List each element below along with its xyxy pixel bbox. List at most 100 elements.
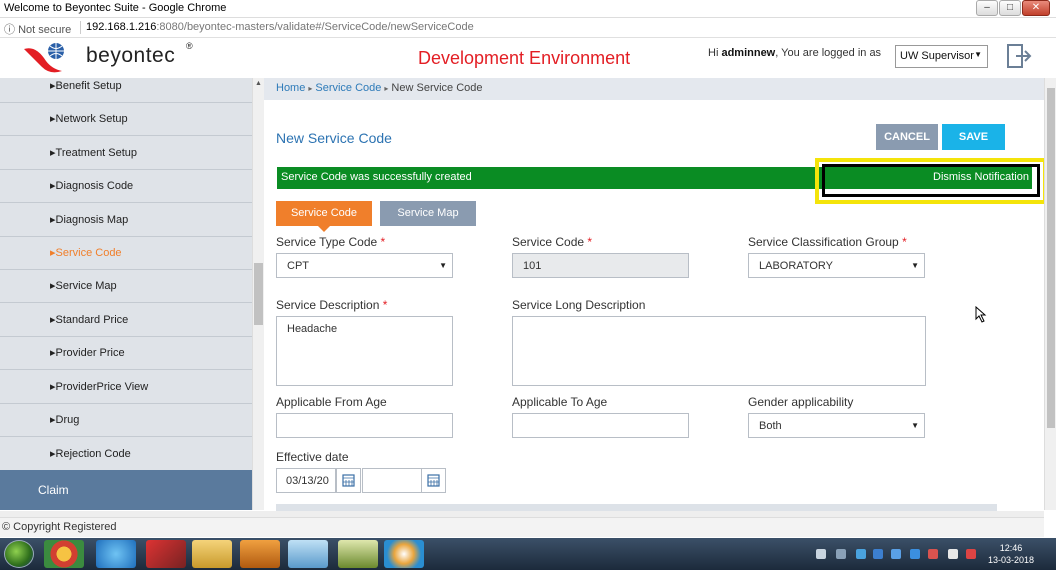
main-scrollbar[interactable] (1044, 78, 1056, 510)
long-description-label: Service Long Description (512, 298, 646, 312)
logo-text: beyontec (86, 44, 176, 67)
window-titlebar: Welcome to Beyontec Suite - Google Chrom… (0, 0, 1056, 18)
tray-icon[interactable] (928, 549, 938, 559)
info-icon: ⓘ (4, 24, 15, 36)
scroll-up-icon[interactable]: ▲ (255, 80, 262, 87)
address-bar[interactable]: ⓘ Not secure 192.168.1.216:8080/beyontec… (0, 18, 1056, 38)
security-label: Not secure (18, 24, 72, 36)
effective-to-input[interactable] (362, 468, 422, 493)
tray-icon[interactable] (836, 549, 846, 559)
sidebar-scroll-thumb[interactable] (254, 263, 263, 325)
breadcrumb-home[interactable]: Home (276, 82, 305, 94)
sidebar-item-drug[interactable]: ▸Drug (0, 404, 252, 437)
username: adminnew (721, 47, 776, 59)
breadcrumb-arrow-icon: ▸ (308, 84, 313, 93)
sidebar-item-treatment-setup[interactable]: ▸Treatment Setup (0, 137, 252, 170)
required-mark: * (587, 235, 593, 249)
calendar-icon[interactable] (336, 468, 361, 493)
required-mark: * (380, 235, 386, 249)
media-player-icon[interactable] (240, 540, 280, 568)
app-header: beyontec ® Development Environment Hi ad… (0, 38, 1056, 78)
close-window-button[interactable]: ✕ (1022, 0, 1050, 16)
sidebar-item-benefit-setup[interactable]: ▸Benefit Setup (0, 78, 252, 103)
chevron-down-icon: ▼ (911, 261, 919, 270)
calculator-icon[interactable] (338, 540, 378, 568)
calendar-icon[interactable] (421, 468, 446, 493)
tray-icon[interactable] (891, 549, 901, 559)
role-select[interactable]: UW Supervisor ▼ (895, 45, 988, 68)
maximize-button[interactable]: □ (999, 0, 1021, 16)
greeting-suffix: , You are logged in as (775, 47, 882, 59)
sidebar-item-diagnosis-code[interactable]: ▸Diagnosis Code (0, 170, 252, 203)
beyontec-logo-icon (24, 43, 64, 73)
classification-select[interactable]: LABORATORY ▼ (748, 253, 925, 278)
gender-value: Both (759, 420, 782, 432)
tray-icon[interactable] (856, 549, 866, 559)
tab-service-map[interactable]: Service Map (380, 201, 476, 226)
taskbar: 12:46 13-03-2018 (0, 538, 1056, 570)
sidebar-item-network-setup[interactable]: ▸Network Setup (0, 103, 252, 136)
minimize-button[interactable]: – (976, 0, 998, 16)
sidebar-item-service-code[interactable]: ▸Service Code (0, 237, 252, 270)
volume-icon[interactable] (948, 549, 958, 559)
notepad-icon[interactable] (288, 540, 328, 568)
chrome-icon[interactable] (44, 540, 84, 568)
sidebar-item-claim[interactable]: Claim (0, 470, 252, 510)
description-label-text: Service Description (276, 298, 380, 312)
effective-from-input[interactable]: 03/13/20 (276, 468, 336, 493)
footer: © Copyright Registered (0, 517, 1044, 537)
page-title: New Service Code (276, 130, 392, 146)
service-code-input: 101 (512, 253, 689, 278)
description-textarea[interactable]: Headache (276, 316, 453, 386)
classification-label: Service Classification Group * (748, 235, 907, 249)
sidebar-item-diagnosis-map[interactable]: ▸Diagnosis Map (0, 204, 252, 237)
paint-icon[interactable] (384, 540, 424, 568)
security-indicator[interactable]: ⓘ Not secure (4, 21, 71, 37)
from-age-label: Applicable From Age (276, 395, 387, 409)
start-button-icon[interactable] (4, 540, 34, 568)
service-type-label: Service Type Code * (276, 235, 385, 249)
logout-icon[interactable] (1006, 42, 1032, 70)
cancel-button[interactable]: CANCEL (876, 124, 938, 150)
url-path: :8080/beyontec-masters/validate#/Service… (156, 21, 474, 33)
service-code-value: 101 (523, 260, 542, 272)
role-value: UW Supervisor (900, 50, 974, 62)
chevron-down-icon: ▼ (974, 50, 982, 59)
user-greeting: Hi adminnew, You are logged in as (708, 47, 881, 59)
breadcrumb-current: New Service Code (391, 82, 483, 94)
sidebar-item-standard-price[interactable]: ▸Standard Price (0, 304, 252, 337)
sidebar-item-providerprice-view[interactable]: ▸ProviderPrice View (0, 371, 252, 404)
service-type-value: CPT (287, 260, 309, 272)
breadcrumb-service-code[interactable]: Service Code (315, 82, 381, 94)
dismiss-notification-button[interactable]: Dismiss Notification (933, 171, 1029, 183)
tray-icon[interactable] (910, 549, 920, 559)
logo-registered-mark: ® (186, 41, 193, 51)
clock[interactable]: 12:46 13-03-2018 (988, 542, 1034, 566)
tab-service-code[interactable]: Service Code (276, 201, 372, 232)
app-icon[interactable] (146, 540, 186, 568)
classification-label-text: Service Classification Group (748, 235, 899, 249)
long-description-textarea[interactable] (512, 316, 926, 386)
sidebar-scrollbar[interactable]: ▲ (252, 78, 264, 510)
network-icon[interactable] (966, 549, 976, 559)
main-scroll-thumb[interactable] (1047, 88, 1055, 428)
sidebar: ▸Benefit Setup ▸Network Setup ▸Treatment… (0, 78, 252, 510)
sidebar-item-rejection-code[interactable]: ▸Rejection Code (0, 438, 252, 471)
service-type-select[interactable]: CPT ▼ (276, 253, 453, 278)
to-age-input[interactable] (512, 413, 689, 438)
sidebar-item-service-map[interactable]: ▸Service Map (0, 270, 252, 303)
internet-explorer-icon[interactable] (96, 540, 136, 568)
tray-icon[interactable] (816, 549, 826, 559)
save-button[interactable]: SAVE (942, 124, 1005, 150)
file-explorer-icon[interactable] (192, 540, 232, 568)
service-code-label: Service Code * (512, 235, 592, 249)
url-text[interactable]: 192.168.1.216:8080/beyontec-masters/vali… (86, 21, 474, 33)
clock-time: 12:46 (999, 543, 1023, 553)
breadcrumb-arrow-icon: ▸ (384, 84, 389, 93)
from-age-input[interactable] (276, 413, 453, 438)
sidebar-item-provider-price[interactable]: ▸Provider Price (0, 337, 252, 370)
tray-icon[interactable] (873, 549, 883, 559)
description-label: Service Description * (276, 298, 387, 312)
gender-select[interactable]: Both ▼ (748, 413, 925, 438)
description-value: Headache (287, 323, 338, 335)
